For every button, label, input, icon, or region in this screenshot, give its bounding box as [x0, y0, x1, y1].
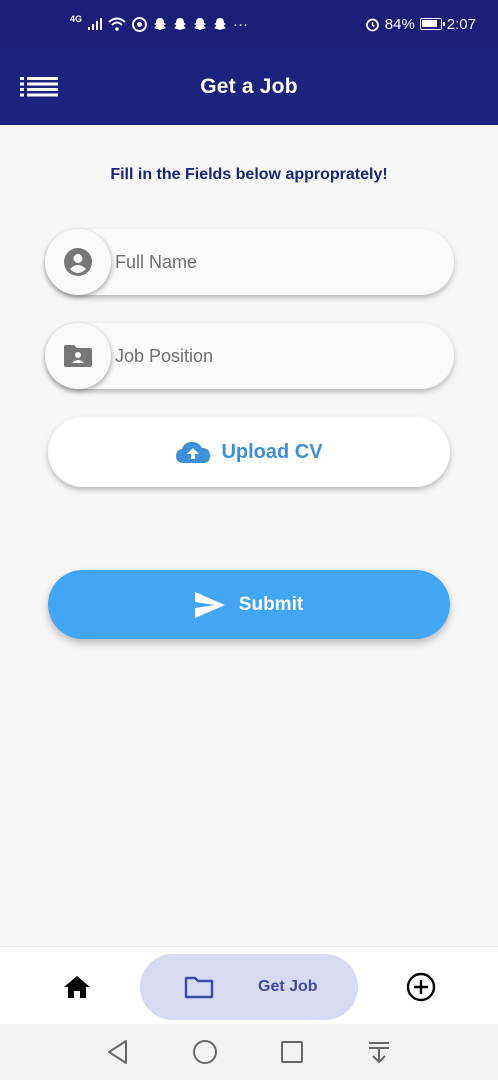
- signal-icon: [88, 18, 103, 30]
- home-circle-icon[interactable]: [191, 1038, 219, 1066]
- form-instruction: Fill in the Fields below approprately!: [110, 166, 388, 183]
- app-bar: Get a Job: [0, 48, 498, 125]
- bottom-navigation: Get Job: [0, 946, 498, 1024]
- job-position-input[interactable]: [115, 345, 435, 367]
- job-position-icon-wrap: [45, 323, 111, 389]
- battery-icon: [419, 18, 445, 30]
- snapchat-icon: [174, 18, 187, 30]
- job-position-field[interactable]: [45, 323, 454, 389]
- back-icon[interactable]: [104, 1038, 132, 1066]
- network-type: 4G: [70, 14, 83, 24]
- alarm-icon: [365, 18, 379, 31]
- menu-list-icon: [20, 77, 58, 97]
- folder-icon: [184, 976, 214, 999]
- clock: 2:07: [446, 15, 476, 33]
- nav-get-job-label: Get Job: [258, 978, 318, 995]
- menu-button[interactable]: [18, 72, 60, 102]
- add-circle-icon: [406, 972, 436, 1002]
- nav-get-job-tab[interactable]: Get Job: [140, 954, 358, 1020]
- page-title: Get a Job: [200, 74, 298, 98]
- full-name-input[interactable]: [115, 251, 435, 273]
- data-saver-icon: [132, 16, 148, 32]
- status-left: 4G ···: [70, 14, 249, 33]
- snapchat-icon: [194, 18, 207, 30]
- submit-button[interactable]: Submit: [48, 570, 450, 639]
- send-icon: [194, 591, 225, 618]
- full-name-field[interactable]: [45, 229, 454, 295]
- recents-icon[interactable]: [278, 1038, 306, 1066]
- system-navigation-bar: [0, 1024, 498, 1080]
- status-bar: 4G ··· 84% 2:07: [0, 0, 498, 48]
- status-right: 84% 2:07: [365, 16, 476, 33]
- cloud-upload-icon: [176, 442, 211, 463]
- snapchat-icon: [154, 18, 167, 30]
- nav-add-button[interactable]: [404, 971, 438, 1003]
- more-notifications: ···: [233, 15, 249, 33]
- notification-pulldown-icon[interactable]: [365, 1038, 393, 1066]
- home-icon: [64, 976, 90, 998]
- battery-percent: 84%: [384, 15, 415, 33]
- upload-cv-label: Upload CV: [221, 440, 323, 463]
- wifi-icon: [108, 17, 126, 31]
- upload-cv-button[interactable]: Upload CV: [48, 417, 450, 487]
- full-name-icon-wrap: [45, 229, 111, 295]
- snapchat-icon: [214, 18, 227, 30]
- account-circle-icon: [64, 248, 92, 276]
- folder-person-icon: [64, 345, 92, 367]
- submit-label: Submit: [238, 593, 304, 615]
- nav-home-button[interactable]: [60, 973, 94, 1001]
